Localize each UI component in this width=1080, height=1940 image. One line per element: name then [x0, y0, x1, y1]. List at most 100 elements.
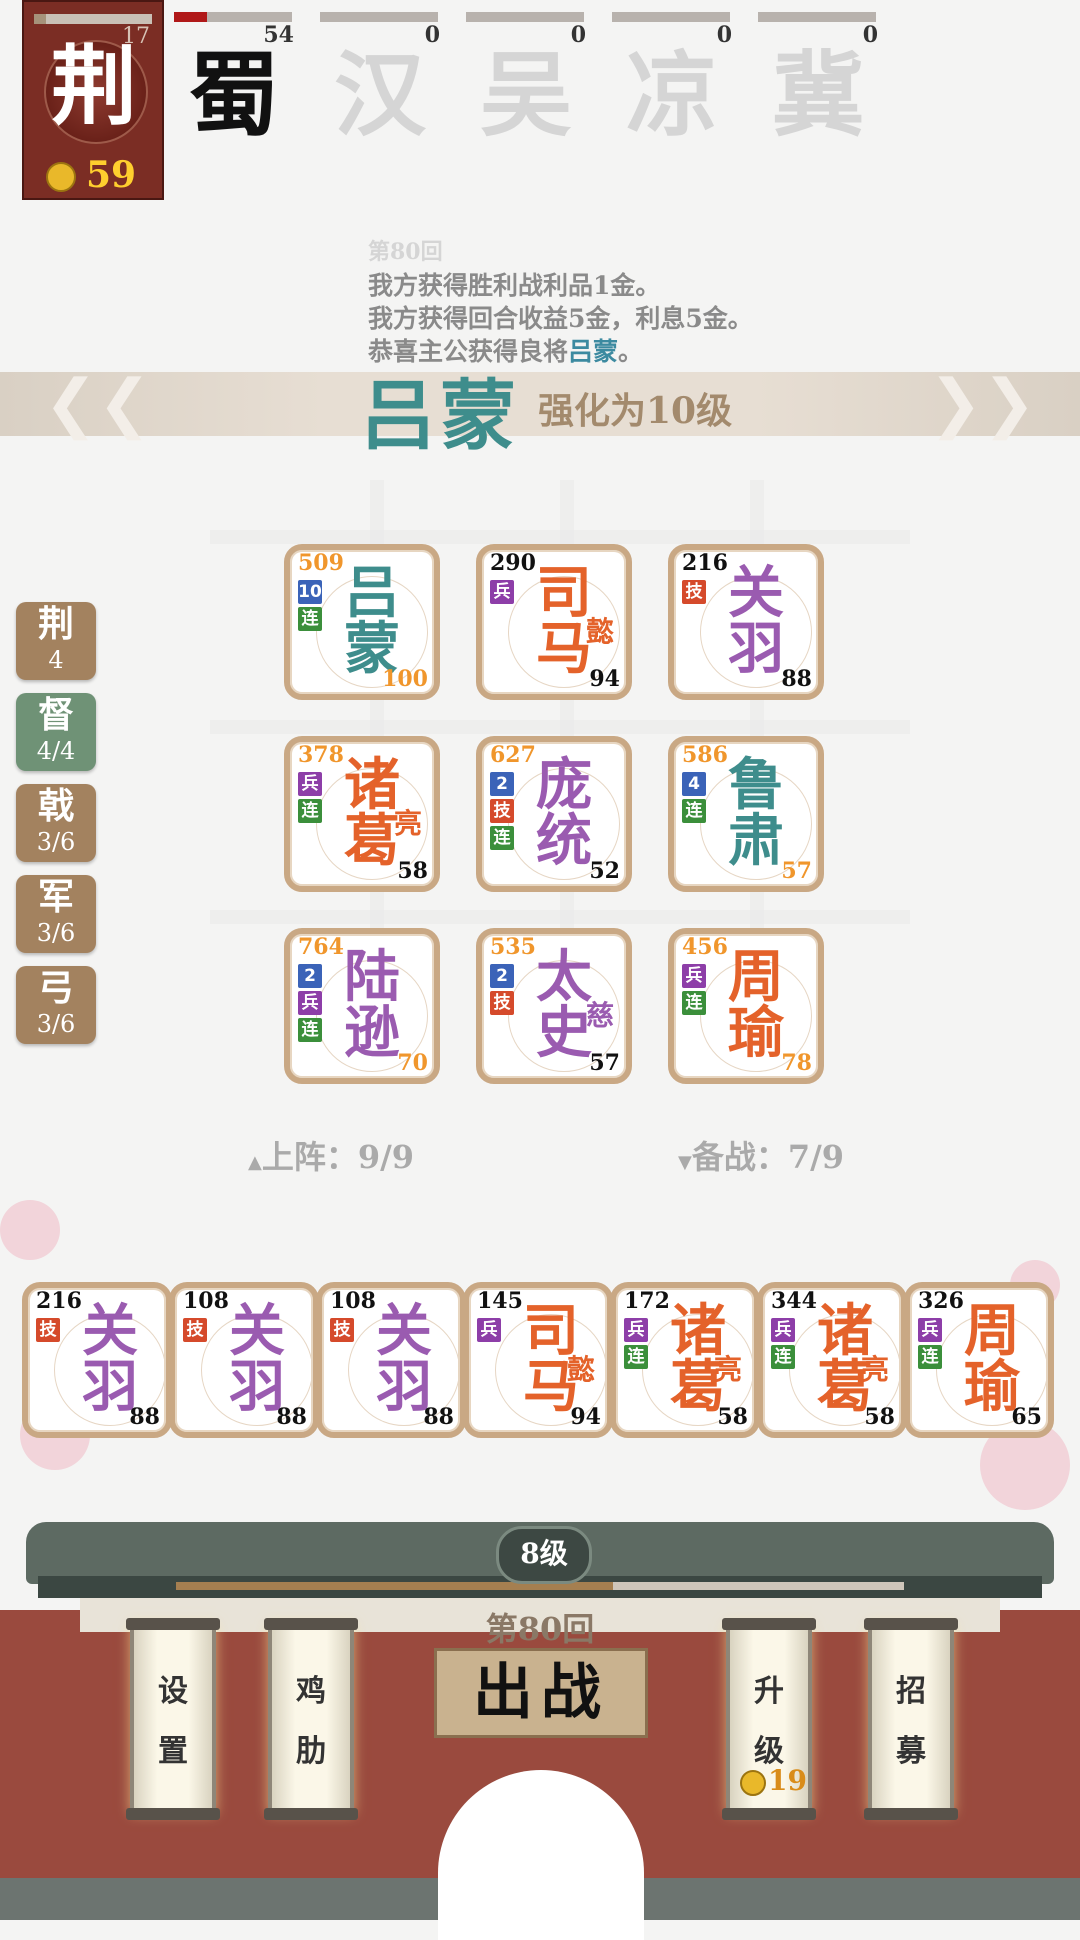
- board-hero-card[interactable]: 586 4连 鲁 肃 57: [668, 736, 824, 892]
- hero-tags: 10 连2: [298, 580, 324, 653]
- triangle-down-icon: ▼: [678, 1152, 692, 1173]
- hero-trait-tag: 连: [682, 799, 706, 823]
- hero-trait-tag: 兵: [298, 772, 322, 796]
- hero-tags: 4连: [682, 772, 708, 826]
- chevron-right-icon: ❯❯: [928, 367, 1036, 441]
- hero-level: 88: [129, 1404, 160, 1430]
- bench-hero-card[interactable]: 326 兵连 周 瑜 65: [904, 1282, 1054, 1438]
- hero-trait-tag: 10: [298, 580, 322, 604]
- synergy-count: 3/6: [36, 919, 76, 947]
- board-hero-card[interactable]: 627 2技连 庞 统 52: [476, 736, 632, 892]
- synergy-name: 弓: [37, 967, 74, 1009]
- synergy-name: 戟: [37, 785, 74, 827]
- synergy-count: 4: [48, 646, 64, 674]
- hero-name-char: 懿: [566, 1353, 595, 1386]
- board-hero-card[interactable]: 216 技 关 羽 88: [668, 544, 824, 700]
- banner-text: 强化为10级: [538, 390, 733, 432]
- synergy-badge[interactable]: 荆4: [16, 602, 96, 680]
- triangle-up-icon: ▲: [248, 1152, 262, 1173]
- bench-hero-card[interactable]: 108 技 关 羽 88: [316, 1282, 466, 1438]
- board-hero-card[interactable]: 290 兵 司 马 懿 94: [476, 544, 632, 700]
- faction-progress-bar: [466, 12, 584, 22]
- synergy-badge[interactable]: 弓 3/6: [16, 966, 96, 1044]
- hero-name-char: 周: [964, 1298, 1020, 1364]
- hero-level: 94: [589, 666, 620, 692]
- faction-name: 吴: [479, 41, 572, 149]
- board-hero-card[interactable]: 535 2技 太 史 慈 57: [476, 928, 632, 1084]
- upgrade-button[interactable]: 升级 19: [722, 1618, 816, 1820]
- faction-progress-bar: [758, 12, 876, 22]
- hero-level: 100: [382, 666, 428, 692]
- player-faction-name: 荆: [51, 36, 137, 137]
- hero-level: 58: [864, 1404, 895, 1430]
- hero-tags: 兵连: [298, 772, 324, 826]
- hero-level: 88: [276, 1404, 307, 1430]
- hero-level: 57: [589, 1050, 620, 1076]
- upgrade-cost: 19: [768, 1764, 807, 1797]
- hero-trait-tag: 连2: [298, 607, 322, 653]
- faction-0[interactable]: 54 蜀: [174, 0, 294, 150]
- faction-4[interactable]: 0 冀: [758, 0, 878, 150]
- hero-trait-tag: 连: [682, 991, 706, 1015]
- board-hero-card[interactable]: 764 2 兵连2 陆 逊 70: [284, 928, 440, 1084]
- hero-trait-tag: 技: [490, 799, 514, 823]
- bench-hero-card[interactable]: 172 兵连 诸 葛 亮 58: [610, 1282, 760, 1438]
- hero-tags: 技: [682, 580, 708, 607]
- fight-button[interactable]: 出战: [434, 1648, 648, 1738]
- gold-coin-icon: [46, 162, 76, 192]
- bench-hero-card[interactable]: 108 技 关 羽 88: [169, 1282, 319, 1438]
- hero-trait-tag: 技: [330, 1318, 354, 1342]
- hero-tags: 兵连: [624, 1318, 650, 1372]
- banner-hero-name: 吕蒙: [360, 371, 520, 460]
- hero-trait-tag: 技: [36, 1318, 60, 1342]
- board-hero-card[interactable]: 509 10 连2 吕 蒙 100: [284, 544, 440, 700]
- faction-name: 冀: [771, 41, 864, 149]
- synergy-badge[interactable]: 戟 3/6: [16, 784, 96, 862]
- player-faction-panel[interactable]: 17 荆 59: [22, 0, 164, 200]
- hero-trait-tag: 兵: [624, 1318, 648, 1342]
- battle-log: 第80回 我方获得胜利战利品1金。 我方获得回合收益5金，利息5金。 恭喜主公获…: [368, 236, 753, 368]
- hero-name-char: 懿: [585, 615, 614, 648]
- hero-name-char: 亮: [860, 1353, 889, 1386]
- recruit-button[interactable]: 招募: [864, 1618, 958, 1820]
- hero-tags: 兵: [490, 580, 516, 607]
- bench-hero-card[interactable]: 216 技 关 羽 88: [22, 1282, 172, 1438]
- hero-level: 58: [717, 1404, 748, 1430]
- faction-name: 汉: [333, 41, 426, 149]
- hero-trait-tag: 技: [682, 580, 706, 604]
- hero-tags: 兵连: [771, 1318, 797, 1372]
- faction-progress-bar: [612, 12, 730, 22]
- hero-level: 94: [570, 1404, 601, 1430]
- faction-3[interactable]: 0 凉: [612, 0, 732, 150]
- bench-hero-card[interactable]: 145 兵 司 马 懿 94: [463, 1282, 613, 1438]
- hero-name-char: 关: [229, 1298, 285, 1364]
- hero-tags: 兵连: [918, 1318, 944, 1372]
- faction-1[interactable]: 0 汉: [320, 0, 440, 150]
- hero-tags: 2 兵连2: [298, 964, 324, 1064]
- synergy-badge[interactable]: 督 4/4: [16, 693, 96, 771]
- hero-tags: 2技: [490, 964, 516, 1018]
- hero-trait-tag: 连2: [298, 1018, 322, 1064]
- hero-name-char: 关: [376, 1298, 432, 1364]
- synergy-badge[interactable]: 军 3/6: [16, 875, 96, 953]
- board-hero-card[interactable]: 456 兵连 周 瑜 78: [668, 928, 824, 1084]
- rib-button[interactable]: 鸡肋: [264, 1618, 358, 1820]
- level-badge: 8级: [496, 1526, 592, 1584]
- reserve-count: ▼备战：7/9: [678, 1138, 845, 1176]
- hero-name-char: 慈: [585, 999, 614, 1032]
- deploy-count: ▲上阵：9/9: [248, 1138, 415, 1176]
- board-hero-card[interactable]: 378 兵连 诸 葛 亮 58: [284, 736, 440, 892]
- hero-trait-tag: 2: [490, 772, 514, 796]
- faction-progress-bar: [174, 12, 292, 22]
- gold-coin-icon: [740, 1770, 766, 1796]
- synergy-count: 4/4: [36, 737, 76, 765]
- settings-button[interactable]: 设置: [126, 1618, 220, 1820]
- hero-trait-tag: 兵: [918, 1318, 942, 1342]
- player-progress-bar: [34, 14, 152, 24]
- hero-level: 78: [781, 1050, 812, 1076]
- hero-tags: 技: [183, 1318, 209, 1345]
- synergy-count: 3/6: [36, 828, 76, 856]
- faction-2[interactable]: 0 吴: [466, 0, 586, 150]
- bench-hero-card[interactable]: 344 兵连 诸 葛 亮 58: [757, 1282, 907, 1438]
- synergy-name: 荆: [37, 603, 74, 645]
